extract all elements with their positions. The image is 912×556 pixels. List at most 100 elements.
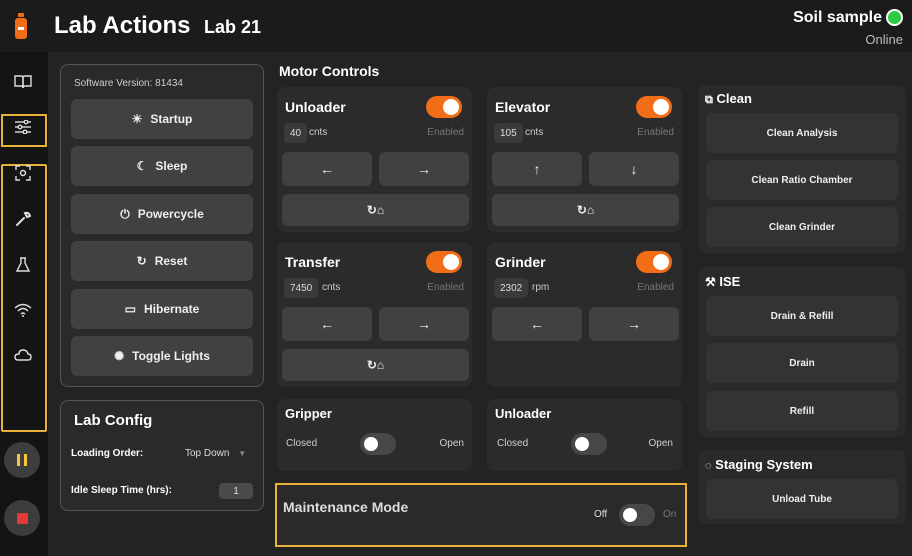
wifi-icon: [14, 303, 32, 317]
cloud-icon: [14, 349, 32, 361]
move-right-button[interactable]: →: [379, 152, 469, 186]
sleep-label: Sleep: [155, 159, 188, 173]
sidebar-item-tools[interactable]: [0, 197, 46, 241]
arrow-right-icon: →: [417, 316, 431, 332]
motor-position-value: 105: [494, 123, 523, 143]
arrow-left-icon: ←: [320, 161, 334, 177]
maintenance-off-label: Off: [594, 509, 608, 520]
clean-ratio-chamber-button[interactable]: Clean Ratio Chamber: [706, 160, 898, 200]
home-reset-icon: ↻⌂: [366, 203, 385, 217]
motor-enable-toggle[interactable]: [636, 96, 672, 118]
page-title: Lab Actions: [54, 12, 191, 39]
motor-status: Enabled: [427, 282, 464, 293]
arrow-left-icon: ←: [530, 316, 544, 332]
motor-name: Unloader: [285, 99, 346, 115]
toggle-lights-button[interactable]: ✺ Toggle Lights: [71, 336, 253, 376]
home-button[interactable]: ↻⌂: [282, 349, 469, 381]
gripper-card: Gripper Closed Open: [277, 399, 472, 471]
arrow-down-icon: ↓: [630, 161, 638, 177]
maintenance-on-label: On: [663, 509, 677, 520]
clean-grinder-button[interactable]: Clean Grinder: [706, 207, 898, 247]
loading-order-select[interactable]: Top Down ▼: [185, 448, 246, 459]
move-left-button[interactable]: ←: [282, 307, 372, 341]
unloader-gate-on-label: Open: [648, 438, 673, 449]
pause-button[interactable]: [4, 442, 40, 478]
lab-config-title: Lab Config: [74, 412, 153, 429]
sidebar: [0, 52, 48, 556]
unloader-gate-toggle[interactable]: [571, 433, 607, 455]
staging-system-panel: ◌ Staging System Unload Tube: [698, 450, 906, 524]
header: Lab Actions Lab 21 Soil sample Online: [0, 0, 912, 52]
motor-status: Enabled: [427, 127, 464, 138]
motor-name: Elevator: [495, 99, 551, 115]
book-icon: [14, 75, 32, 89]
stop-button[interactable]: [4, 500, 40, 536]
home-button[interactable]: ↻⌂: [282, 194, 469, 226]
maintenance-title: Maintenance Mode: [283, 499, 409, 515]
gripper-toggle[interactable]: [360, 433, 396, 455]
motor-enable-toggle[interactable]: [426, 251, 462, 273]
sidebar-item-book[interactable]: [0, 60, 46, 104]
motor-position-value: 7450: [284, 278, 319, 298]
motor-position-value: 40: [284, 123, 308, 143]
drain-refill-button[interactable]: Drain & Refill: [706, 296, 898, 336]
sidebar-item-scan[interactable]: [0, 151, 46, 195]
motor-status: Enabled: [637, 127, 674, 138]
motor-name: Grinder: [495, 254, 546, 270]
speed-up-button[interactable]: →: [589, 307, 679, 341]
home-button[interactable]: ↻⌂: [492, 194, 679, 226]
maintenance-mode-panel: Maintenance Mode Off On: [275, 483, 687, 547]
idle-sleep-input[interactable]: 1: [219, 483, 253, 499]
sidebar-item-sliders[interactable]: [0, 105, 46, 149]
gripper-off-label: Closed: [286, 438, 318, 449]
move-down-button[interactable]: ↓: [589, 152, 679, 186]
motor-name: Transfer: [285, 254, 341, 270]
bed-icon: ▭: [124, 302, 136, 316]
stop-icon: [16, 512, 28, 524]
hibernate-button[interactable]: ▭ Hibernate: [71, 289, 253, 329]
ise-panel: ⚒ ISE Drain & Refill Drain Refill: [698, 267, 906, 437]
clean-title-row: ⧉ Clean: [705, 91, 752, 107]
staging-title: Staging System: [715, 457, 813, 472]
speed-down-button[interactable]: ←: [492, 307, 582, 341]
move-left-button[interactable]: ←: [282, 152, 372, 186]
lab-name: Lab 21: [204, 17, 262, 37]
toggle-lights-label: Toggle Lights: [132, 349, 210, 363]
sidebar-item-network[interactable]: [0, 288, 46, 332]
motor-enable-toggle[interactable]: [636, 251, 672, 273]
sidebar-item-cloud[interactable]: [0, 333, 46, 377]
startup-label: Startup: [150, 112, 193, 126]
motor-enable-toggle[interactable]: [426, 96, 462, 118]
motor-speed-value: 2302: [494, 278, 529, 298]
app-logo-icon: [15, 13, 27, 39]
sidebar-item-lab[interactable]: [0, 243, 46, 287]
unloader-gate-off-label: Closed: [497, 438, 529, 449]
sliders-icon: [15, 120, 31, 134]
move-up-button[interactable]: ↑: [492, 152, 582, 186]
loading-order-label: Loading Order:: [71, 448, 144, 459]
unload-tube-button[interactable]: Unload Tube: [706, 479, 898, 519]
loading-order-value: Top Down: [185, 448, 230, 459]
clean-icon: ⧉: [705, 94, 713, 106]
sleep-button[interactable]: ☾ Sleep: [71, 146, 253, 186]
clean-analysis-button[interactable]: Clean Analysis: [706, 113, 898, 153]
drain-button[interactable]: Drain: [706, 343, 898, 383]
motor-controls-title: Motor Controls: [279, 63, 380, 79]
arrow-left-icon: ←: [320, 316, 334, 332]
hibernate-label: Hibernate: [143, 302, 200, 316]
system-panel: Software Version: 81434 ☀ Startup ☾ Sleep …: [60, 64, 264, 387]
move-right-button[interactable]: →: [379, 307, 469, 341]
maintenance-toggle[interactable]: [619, 504, 655, 526]
unloader-gate-name: Unloader: [495, 406, 552, 421]
startup-button[interactable]: ☀ Startup: [71, 99, 253, 139]
scan-icon: [15, 165, 31, 181]
gripper-on-label: Open: [439, 438, 464, 449]
connection-status: Online: [865, 32, 903, 47]
refill-button[interactable]: Refill: [706, 391, 898, 431]
unloader-gate-card: Unloader Closed Open: [487, 399, 682, 471]
motor-card-transfer: Transfer 7450 cnts Enabled ← → ↻⌂: [277, 242, 472, 387]
reset-button[interactable]: ↻ Reset: [71, 241, 253, 281]
powercycle-button[interactable]: ⏻ Powercycle: [71, 194, 253, 234]
idle-sleep-label: Idle Sleep Time (hrs):: [71, 485, 172, 496]
powercycle-label: Powercycle: [137, 207, 204, 221]
